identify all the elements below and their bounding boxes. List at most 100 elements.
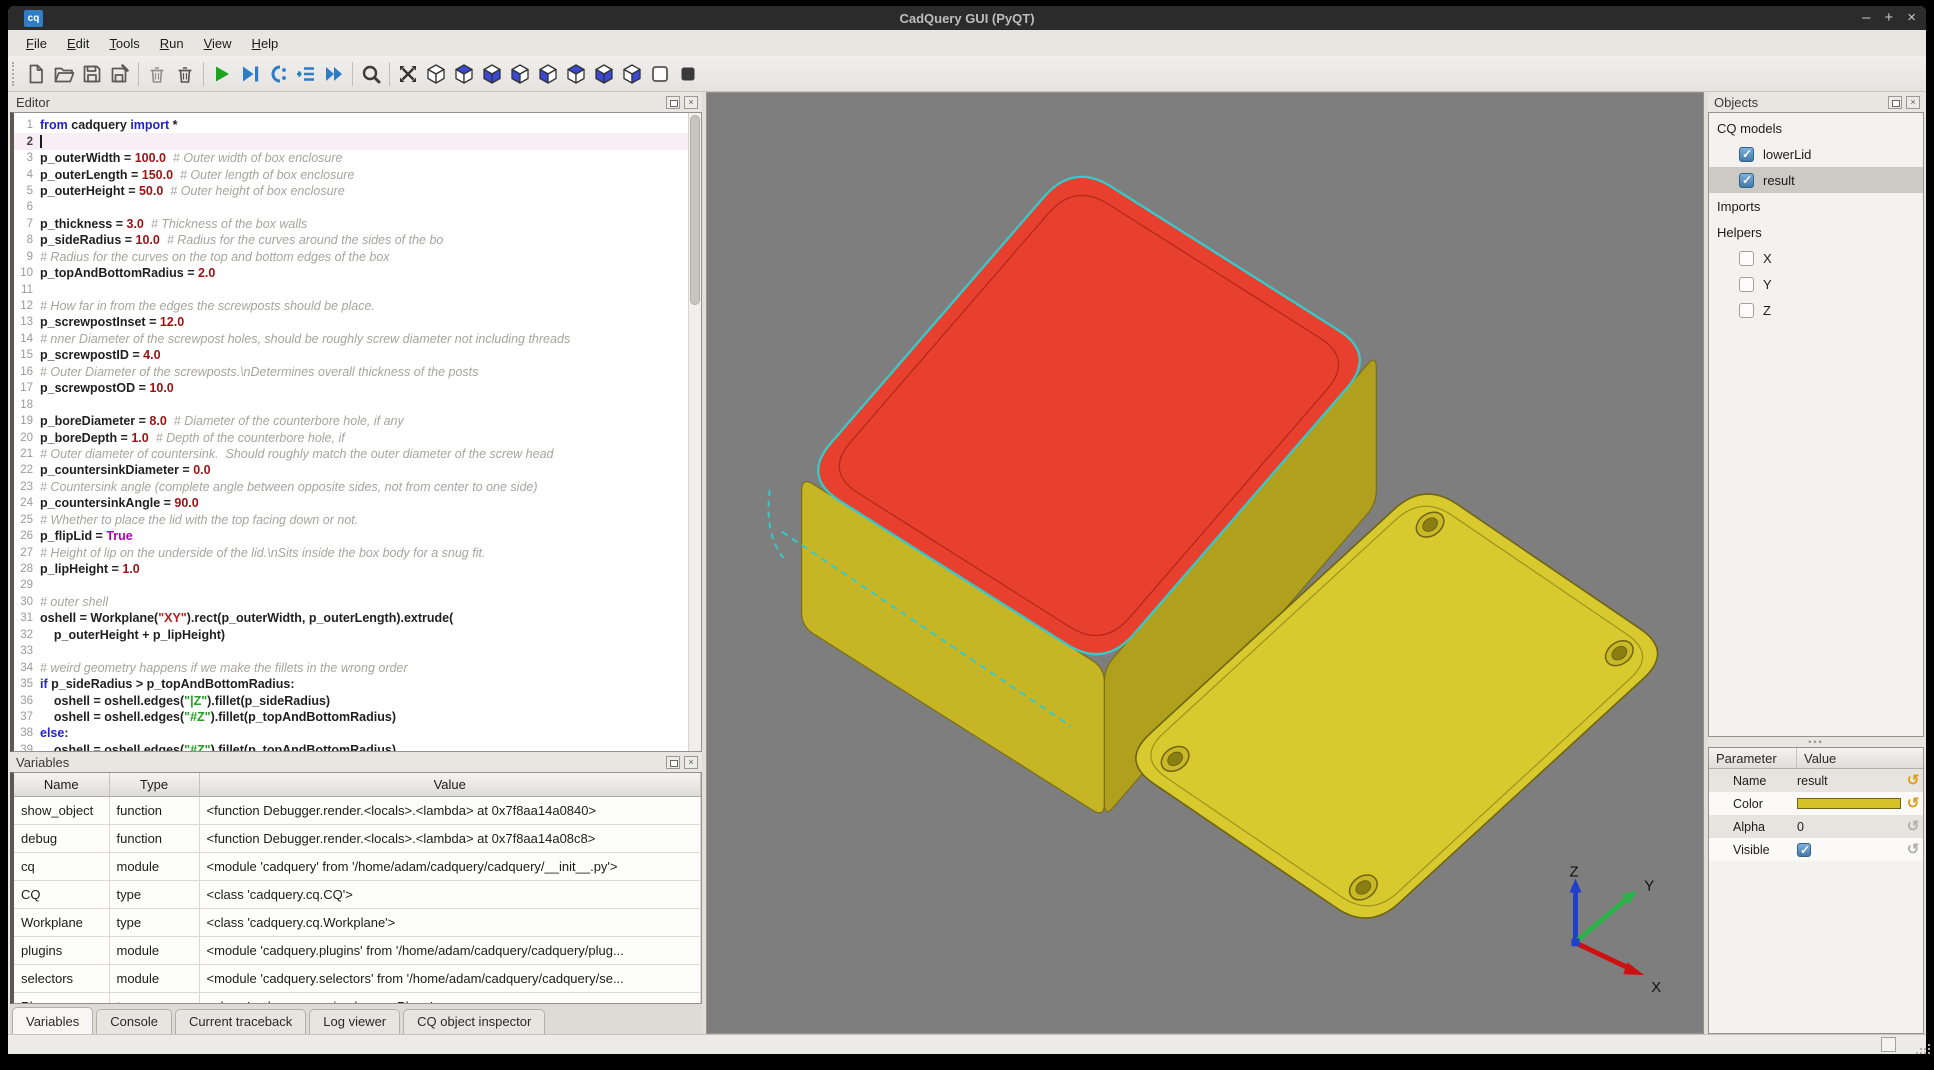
- editor-scrollbar-thumb[interactable]: [690, 115, 700, 305]
- view-back-button[interactable]: [534, 60, 562, 88]
- maximize-button[interactable]: +: [1884, 7, 1893, 29]
- editor-scrollbar[interactable]: [688, 113, 701, 751]
- code-line[interactable]: 14# nner Diameter of the screwpost holes…: [14, 331, 688, 347]
- code-line[interactable]: 37 oshell = oshell.edges("#Z").fillet(p_…: [14, 709, 688, 725]
- table-row[interactable]: show_objectfunction<function Debugger.re…: [14, 796, 701, 824]
- delete-button[interactable]: [171, 60, 199, 88]
- table-row[interactable]: cqmodule<module 'cadquery' from '/home/a…: [14, 852, 701, 880]
- color-swatch[interactable]: [1797, 798, 1901, 809]
- fit-view-button[interactable]: [394, 60, 422, 88]
- undo-button[interactable]: ↺: [1903, 841, 1923, 859]
- code-line[interactable]: 3p_outerWidth = 100.0 # Outer width of b…: [14, 150, 688, 166]
- code-line[interactable]: 39 oshell = oshell.edges("#Z").fillet(p_…: [14, 742, 688, 751]
- code-line[interactable]: 27# Height of lip on the underside of th…: [14, 544, 688, 560]
- code-line[interactable]: 15p_screwpostID = 4.0: [14, 347, 688, 363]
- checkbox[interactable]: [1739, 303, 1754, 318]
- param-row-visible[interactable]: Visible↺: [1709, 838, 1923, 861]
- param-row-name[interactable]: Nameresult↺: [1709, 769, 1923, 792]
- code-line[interactable]: 8p_sideRadius = 10.0 # Radius for the cu…: [14, 232, 688, 248]
- table-row[interactable]: selectorsmodule<module 'cadquery.selecto…: [14, 964, 701, 992]
- menu-tools[interactable]: Tools: [99, 33, 149, 54]
- objects-float-icon[interactable]: [1888, 96, 1902, 109]
- code-line[interactable]: 10p_topAndBottomRadius = 2.0: [14, 265, 688, 281]
- tree-item-lowerlid[interactable]: lowerLid: [1709, 141, 1923, 167]
- panel-splitter-handle[interactable]: •••: [1708, 737, 1924, 747]
- column-header[interactable]: Type: [109, 773, 199, 796]
- tab-console[interactable]: Console: [96, 1009, 172, 1034]
- code-line[interactable]: 29: [14, 577, 688, 593]
- tree-item-x[interactable]: X: [1709, 245, 1923, 271]
- code-line[interactable]: 21# Outer diameter of countersink. Shoul…: [14, 446, 688, 462]
- size-grip[interactable]: [1920, 1048, 1922, 1050]
- checkbox[interactable]: [1739, 251, 1754, 266]
- code-line[interactable]: 35if p_sideRadius > p_topAndBottomRadius…: [14, 676, 688, 692]
- table-row[interactable]: Planetype<class 'cadquery.occ_impl.geom.…: [14, 992, 701, 1004]
- editor-float-icon[interactable]: [666, 96, 680, 109]
- clear-button[interactable]: [143, 60, 171, 88]
- code-line[interactable]: 2: [14, 133, 688, 149]
- tree-item-z[interactable]: Z: [1709, 297, 1923, 323]
- table-row[interactable]: Workplanetype<class 'cadquery.cq.Workpla…: [14, 908, 701, 936]
- tree-group-imports[interactable]: Imports: [1709, 193, 1923, 219]
- table-row[interactable]: pluginsmodule<module 'cadquery.plugins' …: [14, 936, 701, 964]
- code-line[interactable]: 22p_countersinkDiameter = 0.0: [14, 462, 688, 478]
- checkbox[interactable]: [1739, 277, 1754, 292]
- minimize-button[interactable]: –: [1862, 7, 1870, 29]
- view-bottom-button[interactable]: [478, 60, 506, 88]
- new-file-button[interactable]: [22, 60, 50, 88]
- code-line[interactable]: 23# Countersink angle (complete angle be…: [14, 479, 688, 495]
- code-line[interactable]: 19p_boreDiameter = 8.0 # Diameter of the…: [14, 413, 688, 429]
- param-row-alpha[interactable]: Alpha0↺: [1709, 815, 1923, 838]
- undo-button[interactable]: ↺: [1903, 818, 1923, 836]
- code-line[interactable]: 17p_screwpostOD = 10.0: [14, 380, 688, 396]
- undo-button[interactable]: ↺: [1903, 772, 1923, 790]
- viewport-3d[interactable]: Z Y X: [706, 92, 1704, 1034]
- code-line[interactable]: 7p_thickness = 3.0 # Thickness of the bo…: [14, 216, 688, 232]
- open-file-button[interactable]: [50, 60, 78, 88]
- menu-view[interactable]: View: [194, 33, 242, 54]
- toolbar-drag-handle[interactable]: [12, 62, 18, 86]
- tab-variables[interactable]: Variables: [12, 1007, 93, 1034]
- table-row[interactable]: debugfunction<function Debugger.render.<…: [14, 824, 701, 852]
- code-line[interactable]: 26p_flipLid = True: [14, 528, 688, 544]
- code-line[interactable]: 36 oshell = oshell.edges("|Z").fillet(p_…: [14, 692, 688, 708]
- step-button[interactable]: [264, 60, 292, 88]
- code-line[interactable]: 20p_boreDepth = 1.0 # Depth of the count…: [14, 429, 688, 445]
- code-line[interactable]: 38else:: [14, 725, 688, 741]
- run-button[interactable]: [208, 60, 236, 88]
- save-as-button[interactable]: [106, 60, 134, 88]
- view-front-button[interactable]: [506, 60, 534, 88]
- menu-run[interactable]: Run: [150, 33, 194, 54]
- variables-close-icon[interactable]: ×: [684, 756, 698, 769]
- menu-help[interactable]: Help: [242, 33, 289, 54]
- code-line[interactable]: 30# outer shell: [14, 594, 688, 610]
- code-line[interactable]: 32 p_outerHeight + p_lipHeight): [14, 627, 688, 643]
- view-left-button[interactable]: [562, 60, 590, 88]
- code-line[interactable]: 13p_screwpostInset = 12.0: [14, 314, 688, 330]
- tree-item-result[interactable]: result: [1709, 167, 1923, 193]
- continue-button[interactable]: [320, 60, 348, 88]
- visible-checkbox[interactable]: [1797, 843, 1811, 857]
- code-line[interactable]: 12# How far in from the edges the screwp…: [14, 298, 688, 314]
- tab-current-traceback[interactable]: Current traceback: [175, 1009, 306, 1034]
- checkbox[interactable]: [1739, 147, 1754, 162]
- view-top-button[interactable]: [450, 60, 478, 88]
- code-editor[interactable]: 1from cadquery import *23p_outerWidth = …: [10, 112, 702, 752]
- tree-group-cq-models[interactable]: CQ models: [1709, 115, 1923, 141]
- tab-cq-object-inspector[interactable]: CQ object inspector: [403, 1009, 545, 1034]
- code-line[interactable]: 5p_outerHeight = 50.0 # Outer height of …: [14, 183, 688, 199]
- view-right-button[interactable]: [590, 60, 618, 88]
- checkbox[interactable]: [1739, 173, 1754, 188]
- code-line[interactable]: 34# weird geometry happens if we make th…: [14, 659, 688, 675]
- code-line[interactable]: 28p_lipHeight = 1.0: [14, 561, 688, 577]
- tree-group-helpers[interactable]: Helpers: [1709, 219, 1923, 245]
- variables-float-icon[interactable]: [666, 756, 680, 769]
- objects-close-icon[interactable]: ×: [1906, 96, 1920, 109]
- code-line[interactable]: 1from cadquery import *: [14, 117, 688, 133]
- save-button[interactable]: [78, 60, 106, 88]
- view-side-button[interactable]: [618, 60, 646, 88]
- tree-item-y[interactable]: Y: [1709, 271, 1923, 297]
- step-next-button[interactable]: [292, 60, 320, 88]
- code-line[interactable]: 24p_countersinkAngle = 90.0: [14, 495, 688, 511]
- param-row-color[interactable]: Color↺: [1709, 792, 1923, 815]
